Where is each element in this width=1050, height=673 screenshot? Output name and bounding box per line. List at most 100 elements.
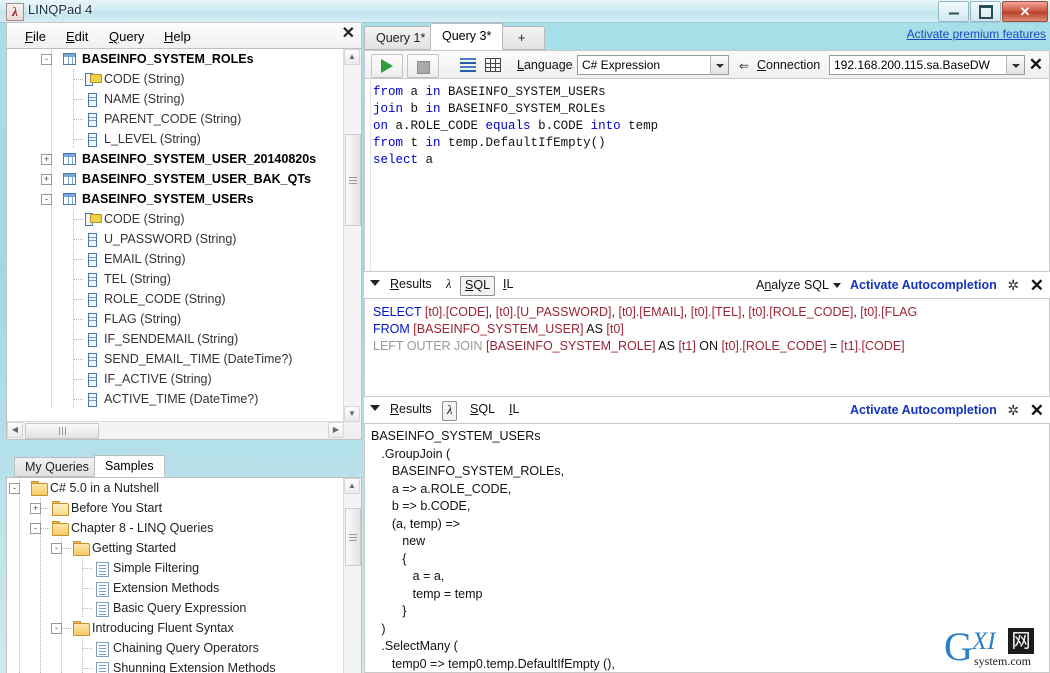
activate-autocompletion-link[interactable]: Activate Autocompletion (850, 278, 997, 292)
scroll-up-icon[interactable]: ▲ (344, 49, 360, 65)
sample-folder[interactable]: - Chapter 8 - LINQ Queries (7, 518, 344, 538)
minimize-button[interactable] (938, 1, 969, 22)
close-window-button[interactable]: ✕ (1002, 1, 1048, 22)
analyze-sql-button[interactable]: Analyze SQL (756, 278, 841, 292)
sample-folder[interactable]: - Getting Started (7, 538, 344, 558)
list-view-icon[interactable] (460, 58, 476, 72)
schema-table-node[interactable]: + BASEINFO_SYSTEM_USER_20140820s (7, 149, 344, 169)
schema-tree-vscrollbar[interactable]: ▲ ▼ (343, 49, 361, 422)
schema-tree[interactable]: - BASEINFO_SYSTEM_ROLEs CODE (String) NAME … (7, 49, 344, 422)
run-query-button[interactable] (371, 54, 403, 78)
scrollbar-thumb[interactable] (345, 508, 361, 566)
sample-item[interactable]: Chaining Query Operators (7, 638, 344, 658)
schema-column-node[interactable]: NAME (String) (7, 89, 344, 109)
schema-column-node[interactable]: ACTIVE_TIME (DateTime?) (7, 389, 344, 409)
chevron-down-icon[interactable] (710, 56, 728, 74)
schema-column-node[interactable]: IF_ACTIVE (String) (7, 369, 344, 389)
primary-key-icon (85, 212, 102, 226)
collapse-caret-icon[interactable] (370, 405, 380, 411)
schema-table-node[interactable]: - BASEINFO_SYSTEM_ROLEs (7, 49, 344, 69)
sample-folder[interactable]: + Before You Start (7, 498, 344, 518)
schema-column-node[interactable]: L_LEVEL (String) (7, 129, 344, 149)
lambda-pane-tab-il[interactable]: IL (505, 401, 523, 419)
samples-vscrollbar[interactable]: ▲ ▼ (343, 478, 361, 673)
tree-guide-line (82, 658, 83, 673)
schema-column-node[interactable]: PARENT_CODE (String) (7, 109, 344, 129)
connection-dropdown[interactable]: 192.168.200.115.sa.BaseDW (829, 55, 1025, 75)
sample-folder[interactable]: - Introducing Fluent Syntax (7, 618, 344, 638)
schema-column-node[interactable]: EMAIL (String) (7, 249, 344, 269)
schema-column-node[interactable]: IF_SENDEMAIL (String) (7, 329, 344, 349)
expand-icon[interactable]: + (41, 174, 52, 185)
sparkle-icon[interactable]: ✲ (1006, 402, 1021, 418)
sql-pane-body[interactable]: SELECT [t0].[CODE], [t0].[U_PASSWORD], [… (364, 298, 1050, 397)
grid-view-icon[interactable] (485, 58, 501, 72)
schema-column-node[interactable]: U_PASSWORD (String) (7, 229, 344, 249)
sample-folder[interactable]: - C# 5.0 in a Nutshell (7, 478, 344, 498)
scroll-right-icon[interactable]: ▶ (328, 422, 344, 438)
schema-column-node[interactable]: SEND_EMAIL_TIME (DateTime?) (7, 349, 344, 369)
sample-item[interactable]: Simple Filtering (7, 558, 344, 578)
tab-query-3[interactable]: Query 3* (430, 23, 504, 50)
lambda-pane-tab-lambda[interactable]: λ (442, 401, 458, 421)
tree-guide-line (19, 578, 20, 598)
menu-help[interactable]: Help (158, 27, 197, 46)
schema-tree-hscrollbar[interactable]: ◀ ▶ (7, 421, 344, 439)
sample-item[interactable]: Extension Methods (7, 578, 344, 598)
schema-column-node[interactable]: FLAG (String) (7, 309, 344, 329)
schema-table-node[interactable]: + BASEINFO_SYSTEM_USER_BAK_QTs (7, 169, 344, 189)
sql-pane-tab-il[interactable]: IL (499, 276, 517, 294)
back-arrow-icon[interactable]: ⇐ (739, 59, 749, 73)
tab-samples[interactable]: Samples (94, 455, 165, 477)
schema-table-node[interactable]: - BASEINFO_SYSTEM_USERs (7, 189, 344, 209)
scroll-up-icon[interactable]: ▲ (344, 478, 360, 494)
tree-guide-line (83, 568, 92, 569)
hscrollbar-thumb[interactable] (25, 423, 99, 439)
activate-autocompletion-link[interactable]: Activate Autocompletion (850, 403, 997, 417)
sample-item[interactable]: Shunning Extension Methods (7, 658, 344, 673)
maximize-button[interactable] (970, 1, 1001, 22)
chevron-down-icon[interactable] (1006, 56, 1024, 74)
sql-pane-tab-lambda[interactable]: λ (442, 276, 455, 294)
sql-pane-tab-sql[interactable]: SQL (460, 276, 496, 296)
tab-query-1[interactable]: Query 1* (364, 26, 438, 50)
language-dropdown[interactable]: C# Expression (577, 55, 729, 75)
menu-query[interactable]: Query (103, 27, 150, 46)
lambda-pane-tab-sql[interactable]: SQL (466, 401, 499, 419)
close-query-button[interactable]: ✕ (1029, 55, 1043, 74)
collapse-icon[interactable]: - (9, 483, 20, 494)
sample-item[interactable]: Basic Query Expression (7, 598, 344, 618)
close-connection-icon[interactable]: ✕ (342, 26, 355, 42)
tree-guide-line (40, 558, 41, 578)
samples-tree[interactable]: - C# 5.0 in a Nutshell + Before You Start - C… (7, 478, 344, 673)
close-sql-pane-button[interactable]: ✕ (1030, 277, 1044, 294)
expand-icon[interactable]: + (41, 154, 52, 165)
stop-query-button[interactable] (407, 54, 439, 78)
collapse-icon[interactable]: - (51, 623, 62, 634)
sql-pane-tab-results[interactable]: Results (386, 276, 436, 294)
schema-column-node[interactable]: CODE (String) (7, 209, 344, 229)
schema-column-node[interactable]: TEL (String) (7, 269, 344, 289)
lambda-pane-tab-results[interactable]: Results (386, 401, 436, 419)
sparkle-icon[interactable]: ✲ (1006, 277, 1021, 293)
collapse-icon[interactable]: - (41, 54, 52, 65)
activate-premium-link[interactable]: Activate premium features (907, 27, 1046, 41)
query-editor[interactable]: from a in BASEINFO_SYSTEM_USERs join b in… (364, 78, 1050, 272)
close-lambda-pane-button[interactable]: ✕ (1030, 402, 1044, 419)
collapse-icon[interactable]: - (51, 543, 62, 554)
collapse-icon[interactable]: - (41, 194, 52, 205)
collapse-icon[interactable]: - (30, 523, 41, 534)
tab-my-queries[interactable]: My Queries (14, 457, 100, 477)
menu-file[interactable]: File (19, 27, 52, 46)
expand-icon[interactable]: + (30, 503, 41, 514)
scroll-down-icon[interactable]: ▼ (344, 406, 360, 422)
scrollbar-thumb[interactable] (345, 134, 361, 226)
folder-closed-icon (52, 501, 69, 516)
schema-column-node[interactable]: CODE (String) (7, 69, 344, 89)
collapse-caret-icon[interactable] (370, 280, 380, 286)
menu-edit[interactable]: Edit (60, 27, 94, 46)
schema-column-node[interactable]: ROLE_CODE (String) (7, 289, 344, 309)
scroll-left-icon[interactable]: ◀ (7, 422, 23, 438)
query-editor-code[interactable]: from a in BASEINFO_SYSTEM_USERs join b in… (373, 84, 1045, 169)
new-query-tab-button[interactable]: + (498, 26, 546, 50)
